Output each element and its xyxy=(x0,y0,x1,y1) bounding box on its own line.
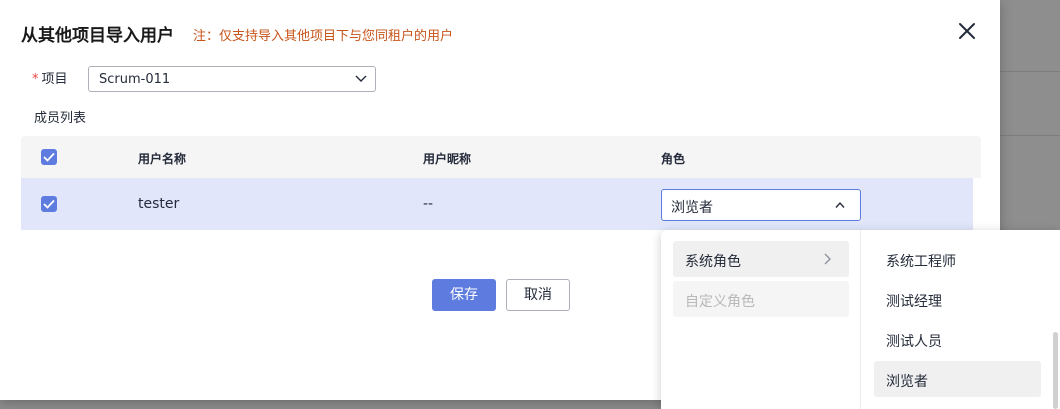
chevron-up-icon xyxy=(835,201,845,208)
dialog-note: 注：仅支持导入其他项目下与您同租户的用户 xyxy=(193,29,454,44)
close-icon[interactable] xyxy=(956,20,978,42)
table-row: tester -- 浏览者 xyxy=(21,178,973,230)
divider xyxy=(1000,71,1060,72)
column-header-role: 角色 xyxy=(661,152,686,166)
dialog-title: 从其他项目导入用户 xyxy=(21,26,174,46)
column-header-nickname: 用户昵称 xyxy=(423,152,472,166)
chevron-right-icon xyxy=(824,253,831,265)
project-select-value: Scrum-011 xyxy=(99,72,171,87)
category-custom-roles: 自定义角色 xyxy=(673,281,849,317)
role-select-value: 浏览者 xyxy=(671,200,713,216)
cell-username: tester xyxy=(138,196,180,212)
required-mark: * xyxy=(32,72,39,87)
category-label: 系统角色 xyxy=(685,254,741,270)
table-header: 用户名称 用户昵称 角色 xyxy=(21,136,981,178)
cell-nickname: -- xyxy=(423,196,434,212)
category-system-roles[interactable]: 系统角色 xyxy=(673,241,849,277)
save-button[interactable]: 保存 xyxy=(432,279,496,311)
member-table: 用户名称 用户昵称 角色 tester -- 浏览者 xyxy=(21,136,981,230)
member-list-title: 成员列表 xyxy=(34,111,87,126)
select-all-checkbox[interactable] xyxy=(41,149,57,165)
role-option-system-engineer[interactable]: 系统工程师 xyxy=(874,241,1041,277)
project-label: * 项目 xyxy=(32,68,68,87)
role-option-viewer[interactable]: 浏览者 xyxy=(874,361,1041,397)
category-label: 自定义角色 xyxy=(685,294,755,310)
project-select[interactable]: Scrum-011 xyxy=(88,66,376,92)
row-checkbox[interactable] xyxy=(41,196,57,212)
role-option-test-manager[interactable]: 测试经理 xyxy=(874,281,1041,317)
divider xyxy=(1000,135,1060,136)
column-header-username: 用户名称 xyxy=(138,152,187,166)
role-dropdown: 系统角色 自定义角色 系统工程师 测试经理 测试人员 浏览者 xyxy=(661,230,1060,409)
project-label-text: 项目 xyxy=(41,72,68,87)
role-category-list: 系统角色 自定义角色 xyxy=(661,230,861,409)
dropdown-scrollbar[interactable] xyxy=(1053,332,1058,409)
role-option-tester[interactable]: 测试人员 xyxy=(874,321,1041,357)
cancel-button[interactable]: 取消 xyxy=(506,279,570,311)
role-select[interactable]: 浏览者 xyxy=(661,189,861,221)
chevron-down-icon xyxy=(355,75,367,82)
